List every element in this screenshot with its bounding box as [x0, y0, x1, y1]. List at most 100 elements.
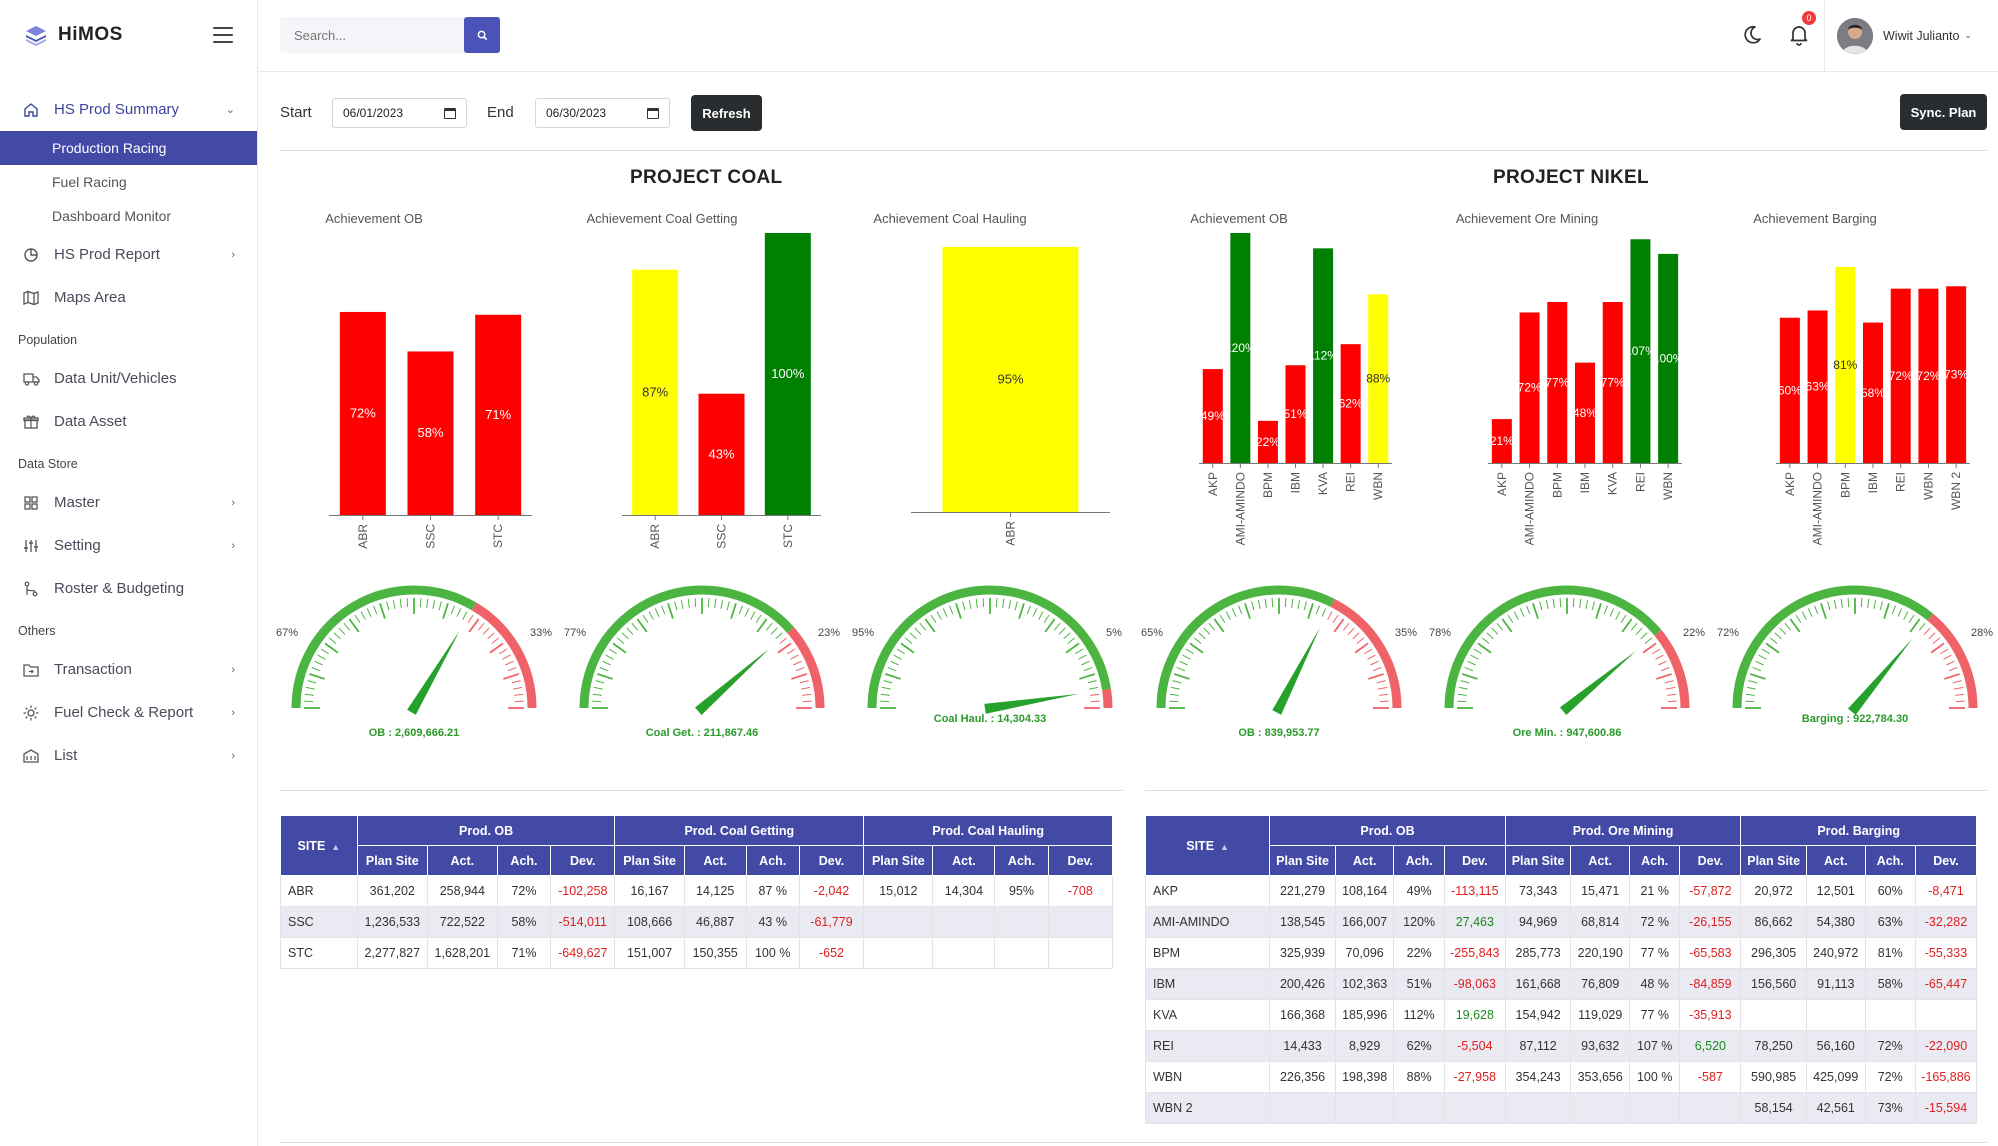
moon-icon[interactable] [1741, 24, 1763, 46]
bar-IBM[interactable] [1575, 362, 1595, 463]
end-date-input[interactable]: 06/30/2023 [535, 98, 670, 128]
bar-ABR[interactable] [339, 311, 386, 515]
search-button[interactable] [464, 17, 500, 53]
gauge-tick [406, 598, 409, 608]
bar-WBN[interactable] [1918, 288, 1939, 463]
bar-REI[interactable] [1630, 239, 1651, 463]
calendar-icon[interactable] [647, 107, 659, 119]
gauge-tick [305, 686, 315, 690]
nav-data-asset[interactable]: Data Asset [0, 400, 257, 443]
bar-BPM[interactable] [1547, 302, 1568, 463]
gauge-tick [1545, 599, 1549, 609]
gauge-tick [592, 700, 602, 703]
nav-transaction[interactable]: Transaction › [0, 648, 257, 691]
sort-icon[interactable]: ▲ [331, 842, 340, 852]
bar-AMI-AMINDO[interactable] [1807, 310, 1828, 463]
bar-REI[interactable] [1890, 288, 1911, 463]
gauge-tick [477, 622, 485, 631]
nav-roster-budgeting[interactable]: Roster & Budgeting [0, 567, 257, 610]
nav-master[interactable]: Master › [0, 481, 257, 524]
chevron-right-icon: › [231, 749, 235, 762]
gauge-tick [1089, 686, 1099, 690]
gauge-5: 72% 28% Barging : 922,784.30 [1717, 585, 1993, 725]
calendar-icon[interactable] [444, 107, 456, 119]
table-cell: 58% [1864, 968, 1916, 1000]
x-tick-label: AMI-AMINDO [1523, 472, 1537, 545]
gauge-needle [1847, 638, 1913, 716]
site-cell: ABR [280, 875, 358, 907]
menu-toggle-icon[interactable] [213, 27, 233, 43]
bell-icon[interactable] [1787, 22, 1811, 46]
nav-maps-area[interactable]: Maps Area [0, 276, 257, 319]
gauge-tick [1572, 598, 1575, 608]
bar-ABR[interactable] [632, 269, 679, 515]
gauge-tick [1079, 673, 1095, 680]
bar-IBM[interactable] [1863, 322, 1883, 463]
nav-setting[interactable]: Setting › [0, 524, 257, 567]
bar-KVA[interactable] [1602, 302, 1623, 463]
nav-list[interactable]: List › [0, 734, 257, 777]
bar-WBN 2[interactable] [1946, 286, 1967, 463]
table-cell: 73% [1864, 1092, 1916, 1124]
table-cell [1334, 1092, 1395, 1124]
bar-KVA[interactable] [1313, 248, 1334, 463]
table-cell: 198,398 [1334, 1061, 1395, 1093]
user-menu[interactable]: Wiwit Julianto ⌄ [1824, 0, 1998, 71]
nav-dashboard-monitor[interactable]: Dashboard Monitor [0, 199, 257, 233]
bar-WBN[interactable] [1658, 253, 1679, 463]
table-cell: 72% [1864, 1061, 1916, 1093]
gauge-tick [309, 673, 325, 680]
table-cell [994, 937, 1049, 969]
bar-AKP[interactable] [1779, 317, 1800, 463]
sort-icon[interactable]: ▲ [1220, 842, 1229, 852]
nav-fuel-check-report[interactable]: Fuel Check & Report › [0, 691, 257, 734]
bar-REI[interactable] [1340, 344, 1361, 463]
bar-STC[interactable] [475, 314, 522, 515]
bar-AKP[interactable] [1202, 369, 1223, 463]
table-cell: 590,985 [1740, 1061, 1807, 1093]
site-column-header[interactable]: SITE ▲ [1144, 815, 1271, 876]
bar-AMI-AMINDO[interactable] [1519, 312, 1540, 463]
table-cell [863, 906, 934, 938]
refresh-button[interactable]: Refresh [691, 95, 762, 131]
sliders-icon [22, 537, 40, 555]
gauge-tick [386, 601, 390, 611]
nav-production-racing[interactable]: Production Racing [0, 131, 257, 165]
gauge-right-label: 33% [530, 627, 552, 639]
table-cell: 72 % [1628, 906, 1681, 938]
bar-label: 73% [1944, 368, 1968, 382]
gauge-tick [707, 598, 710, 608]
sync-plan-button[interactable]: Sync. Plan [1900, 94, 1987, 130]
bar-STC[interactable] [764, 233, 811, 515]
bar-IBM[interactable] [1285, 365, 1306, 463]
divider [280, 790, 1123, 791]
gauge-tick [1779, 627, 1787, 635]
site-cell: WBN 2 [1144, 1092, 1271, 1124]
bar-AKP[interactable] [1491, 419, 1512, 463]
table-cell: 70,096 [1334, 937, 1395, 969]
nav-hs-prod-summary[interactable]: HS Prod Summary ⌄ [0, 88, 257, 131]
nav-fuel-racing[interactable]: Fuel Racing [0, 165, 257, 199]
gauge-needle [1559, 650, 1637, 716]
bar-SSC[interactable] [407, 351, 454, 515]
gauge-tick [1368, 673, 1384, 680]
gauge-tick [1955, 693, 1965, 696]
bar-WBN[interactable] [1368, 294, 1389, 463]
site-column-header[interactable]: SITE ▲ [280, 815, 358, 876]
group-header: Prod. OB [1269, 815, 1506, 846]
gauge-left-label: 72% [1717, 627, 1739, 639]
bar-BPM[interactable] [1257, 420, 1278, 463]
bar-BPM[interactable] [1835, 266, 1856, 463]
x-tick-label: SSC [424, 524, 438, 549]
gauge-tick [343, 622, 351, 631]
nav-label: Data Unit/Vehicles [54, 370, 177, 387]
nav-data-unit-vehicles[interactable]: Data Unit/Vehicles [0, 357, 257, 400]
bar-SSC[interactable] [698, 393, 745, 515]
table-cell: -32,282 [1914, 906, 1978, 938]
start-date-input[interactable]: 06/01/2023 [332, 98, 467, 128]
table-cell: -65,447 [1914, 968, 1978, 1000]
bar-AMI-AMINDO[interactable] [1230, 233, 1251, 463]
bar-ABR[interactable] [942, 246, 1079, 512]
table-cell: 185,996 [1334, 999, 1395, 1031]
nav-hs-prod-report[interactable]: HS Prod Report › [0, 233, 257, 276]
